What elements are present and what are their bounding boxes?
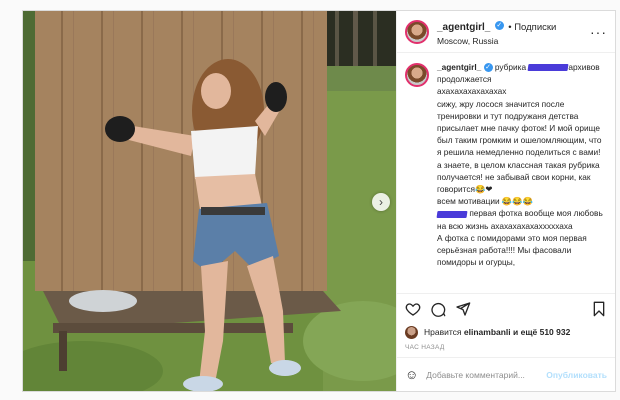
likes-prefix: Нравится xyxy=(424,327,462,337)
liker-username[interactable]: elinambanli xyxy=(464,327,511,337)
likes-count[interactable]: и ещё 510 932 xyxy=(513,327,570,337)
username[interactable]: _agentgirl_ xyxy=(437,22,490,33)
caption-line: а знаете, в целом классная такая рубрика… xyxy=(437,159,600,195)
verified-badge-icon: ✓ xyxy=(494,21,504,31)
redaction-mark xyxy=(527,64,569,72)
share-icon[interactable] xyxy=(455,301,471,317)
follow-status[interactable]: • Подписки xyxy=(508,22,556,33)
post-header: _agentgirl_ ✓ • Подписки Moscow, Russia … xyxy=(397,11,615,53)
post-comment-button[interactable]: Опубликовать xyxy=(546,370,607,380)
more-horizontal-icon[interactable]: ··· xyxy=(590,24,607,40)
caption-line: сижу, жру лосося значится после трениров… xyxy=(437,98,602,158)
post-photo[interactable]: › xyxy=(23,11,396,391)
next-photo-button[interactable]: › xyxy=(372,193,390,211)
caption-line: ахахахахахахахах xyxy=(437,86,507,97)
emoji-icon[interactable]: ☺ xyxy=(405,367,418,382)
comment-bar: ☺ Опубликовать xyxy=(397,357,615,391)
caption-line: А фотка с помидорами это моя первая серь… xyxy=(437,232,587,268)
header-text: _agentgirl_ ✓ • Подписки Moscow, Russia xyxy=(437,16,556,47)
caption-line-redacted: первая фотка вообще моя любовь на всю жи… xyxy=(436,207,607,231)
post-sidebar: _agentgirl_ ✓ • Подписки Moscow, Russia … xyxy=(396,11,615,391)
caption-text: _agentgirl_ ✓ рубрика архивов продолжает… xyxy=(436,61,607,293)
caption-prefix: рубрика xyxy=(494,62,527,72)
likes-row: Нравится elinambanli и ещё 510 932 xyxy=(397,323,615,341)
caption-avatar[interactable] xyxy=(405,63,429,87)
redaction-mark xyxy=(436,210,468,218)
avatar[interactable] xyxy=(405,19,429,44)
chevron-right-icon: › xyxy=(379,195,383,209)
action-bar xyxy=(397,293,615,323)
photo-image xyxy=(23,11,396,391)
comment-icon[interactable] xyxy=(430,301,446,317)
caption-area: _agentgirl_ ✓ рубрика архивов продолжает… xyxy=(397,53,615,293)
post-modal: › _agentgirl_ ✓ • Подписки Moscow, Russi… xyxy=(22,10,616,392)
post-time[interactable]: ЧАС НАЗАД xyxy=(397,341,615,357)
comment-input[interactable] xyxy=(426,369,547,380)
heart-icon[interactable] xyxy=(405,301,421,317)
caption-line: всем мотивации 😂😂😂 xyxy=(437,196,533,207)
verified-badge-icon: ✓ xyxy=(483,63,493,73)
bookmark-icon[interactable] xyxy=(591,301,607,317)
liker-avatar[interactable] xyxy=(405,325,418,339)
caption-username[interactable]: _agentgirl_ xyxy=(437,62,481,72)
location[interactable]: Moscow, Russia xyxy=(437,36,556,47)
